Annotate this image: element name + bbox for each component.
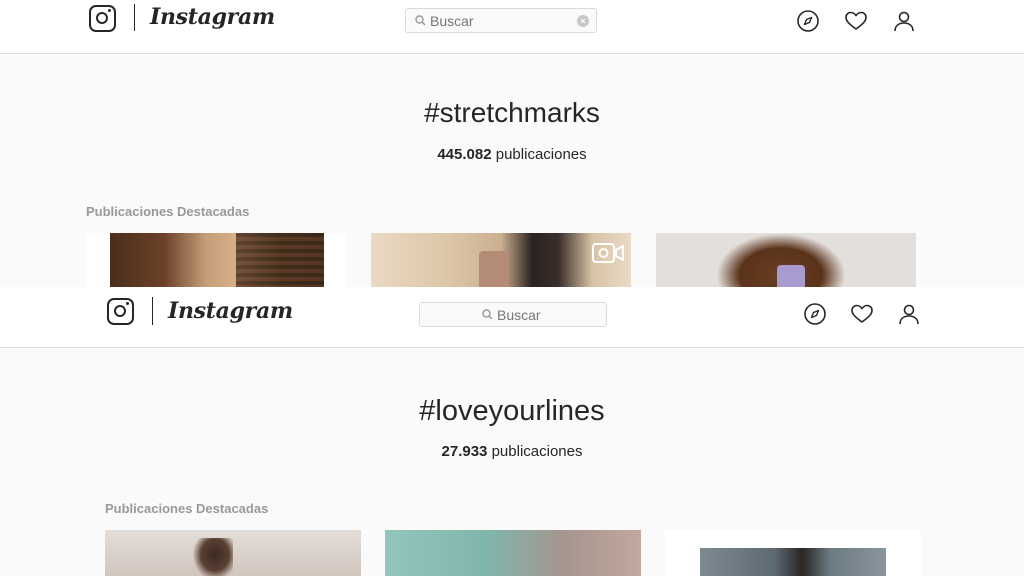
post-count-label: publicaciones: [495, 146, 587, 163]
featured-post-1[interactable]: [105, 530, 361, 576]
post-photo: [385, 530, 641, 576]
search-icon: [482, 309, 493, 320]
user-icon[interactable]: [897, 302, 921, 326]
post-photo-shade: [236, 233, 324, 287]
instagram-wordmark[interactable]: Instagram: [150, 4, 275, 30]
featured-posts-heading: Publicaciones Destacadas: [86, 204, 250, 219]
top-navbar: Instagram: [0, 287, 1024, 348]
clear-icon[interactable]: ×: [577, 15, 589, 27]
logo-divider: [134, 4, 135, 31]
post-count: 27.933: [441, 443, 488, 460]
search-input[interactable]: [497, 303, 597, 326]
featured-post-3[interactable]: [665, 530, 921, 576]
featured-post-1[interactable]: [86, 233, 346, 287]
hashtag-title: #stretchmarks: [424, 97, 600, 128]
post-photo: [700, 548, 886, 576]
logo-divider: [152, 297, 153, 325]
instagram-camera-icon[interactable]: [89, 5, 116, 32]
post-count-label: publicaciones: [491, 443, 583, 460]
post-photo-figure: [193, 538, 233, 576]
phone-shape: [479, 251, 509, 287]
post-count-line: 445.082 publicaciones: [0, 146, 1024, 163]
featured-post-2[interactable]: [371, 233, 631, 287]
post-count: 445.082: [437, 146, 492, 163]
video-icon: [592, 243, 624, 263]
search-icon: [415, 15, 426, 26]
heart-icon[interactable]: [844, 9, 868, 33]
search-input-box[interactable]: ×: [405, 8, 597, 33]
heart-icon[interactable]: [850, 302, 874, 326]
hashtag-title: #loveyourlines: [419, 395, 605, 427]
stretchmarks-page: Instagram × #stretchmarks 445.082 public…: [0, 0, 1024, 287]
compass-icon[interactable]: [796, 9, 820, 33]
post-photo: [105, 530, 361, 576]
compass-icon[interactable]: [803, 302, 827, 326]
featured-posts-heading: Publicaciones Destacadas: [105, 501, 269, 516]
phone-shape: [777, 265, 805, 287]
search-input-box[interactable]: [419, 302, 607, 327]
user-icon[interactable]: [892, 9, 916, 33]
instagram-camera-icon[interactable]: [107, 298, 134, 325]
featured-post-3[interactable]: [656, 233, 916, 287]
featured-post-2[interactable]: [385, 530, 641, 576]
top-navbar: Instagram ×: [0, 0, 1024, 54]
post-count-line: 27.933 publicaciones: [0, 443, 1024, 460]
loveyourlines-page: Instagram #loveyourlines 27.933 publicac…: [0, 287, 1024, 576]
instagram-wordmark[interactable]: Instagram: [168, 298, 293, 324]
search-input[interactable]: [430, 9, 560, 32]
